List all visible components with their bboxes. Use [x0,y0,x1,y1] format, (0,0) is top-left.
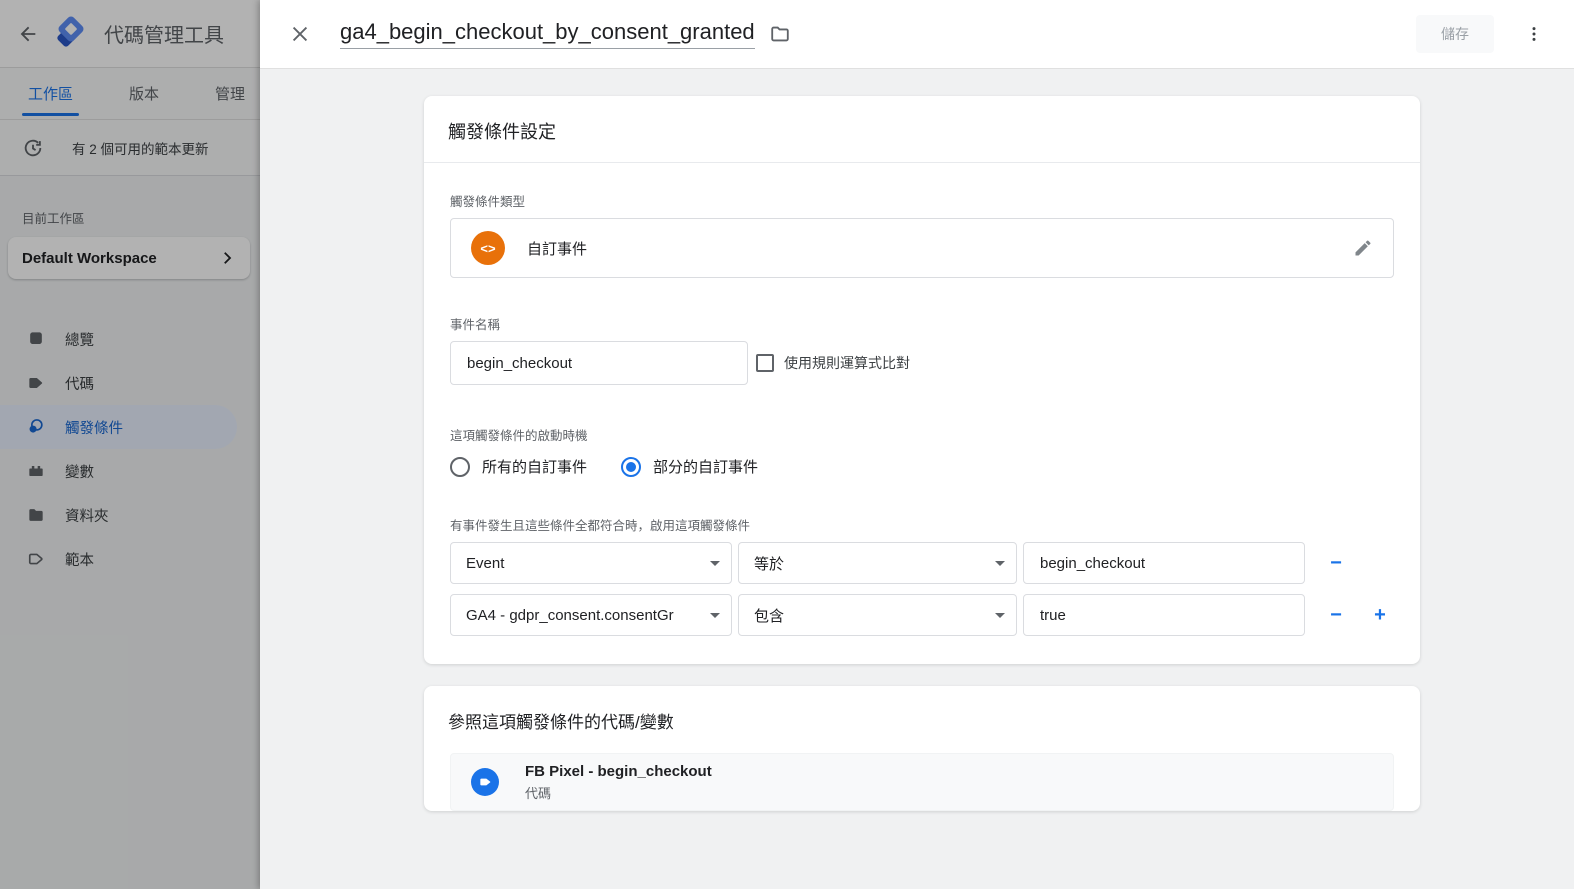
current-workspace-label: 目前工作區 [22,208,260,227]
sidebar-nav: 總覽 代碼 觸發條件 變數 資料夾 [0,317,260,581]
custom-event-icon: <> [471,231,505,265]
sidebar-item-variables[interactable]: 變數 [0,449,260,493]
gtm-app-header: 代碼管理工具 [0,0,260,68]
condition-row: GA4 - gdpr_consent.consentGr 包含 − + [450,594,1394,636]
sidebar-item-label: 代碼 [65,373,94,394]
sidebar-item-overview[interactable]: 總覽 [0,317,260,361]
chevron-down-icon [995,561,1005,566]
chevron-down-icon [710,561,720,566]
tab-versions[interactable]: 版本 [129,68,159,119]
workspace-tabs: 工作區 版本 管理 [0,68,260,120]
edit-pencil-icon[interactable] [1353,238,1373,258]
sidebar-item-folders[interactable]: 資料夾 [0,493,260,537]
condition-variable-select[interactable]: GA4 - gdpr_consent.consentGr [450,594,732,636]
chevron-right-icon [218,249,236,267]
gtm-logo-icon [50,14,90,54]
regex-match-label: 使用規則運算式比對 [784,353,910,373]
fires-on-label: 這項觸發條件的啟動時機 [450,425,1394,444]
chevron-down-icon [710,613,720,618]
reference-type: 代碼 [525,783,712,802]
radio-all-custom-events[interactable]: 所有的自訂事件 [450,456,587,477]
sidebar-item-label: 資料夾 [65,505,109,526]
trigger-type-value: 自訂事件 [527,238,587,259]
references-card: 參照這項觸發條件的代碼/變數 FB Pixel - begin_checkout… [424,686,1420,811]
save-button[interactable]: 儲存 [1416,15,1494,53]
workspace-selector[interactable]: Default Workspace [8,237,250,279]
trigger-icon [25,416,47,438]
reference-title: FB Pixel - begin_checkout [525,763,712,780]
condition-operator-select[interactable]: 等於 [738,542,1017,584]
sidebar-item-label: 變數 [65,461,94,482]
sidebar-item-triggers[interactable]: 觸發條件 [0,405,237,449]
gtm-left-panel: 代碼管理工具 工作區 版本 管理 有 2 個可用的範本更新 目前工作區 Defa… [0,0,260,889]
sidebar-item-label: 範本 [65,549,94,570]
template-icon [25,548,47,570]
trigger-type-label: 觸發條件類型 [450,191,1394,210]
remove-condition-button[interactable]: − [1323,553,1349,573]
template-update-banner[interactable]: 有 2 個可用的範本更新 [0,120,260,176]
sidebar-item-templates[interactable]: 範本 [0,537,260,581]
radio-selected-icon[interactable] [621,457,641,477]
condition-value-input[interactable] [1023,594,1305,636]
condition-variable-select[interactable]: Event [450,542,732,584]
sidebar-item-label: 總覽 [65,329,94,350]
folder-icon[interactable] [769,23,791,45]
trigger-settings-header: 觸發條件設定 [424,96,1420,163]
workspace-name: Default Workspace [22,250,218,267]
trigger-editor-panel: ga4_begin_checkout_by_consent_granted 儲存… [260,0,1574,889]
event-name-input[interactable] [450,341,748,385]
reference-item[interactable]: FB Pixel - begin_checkout 代碼 [450,753,1394,811]
template-update-text: 有 2 個可用的範本更新 [72,138,209,158]
tab-workspace[interactable]: 工作區 [28,68,73,119]
sidebar-item-tags[interactable]: 代碼 [0,361,260,405]
condition-value-input[interactable] [1023,542,1305,584]
variable-icon [25,460,47,482]
chevron-down-icon [995,613,1005,618]
back-arrow-icon[interactable] [10,16,46,52]
more-options-icon[interactable] [1520,20,1548,48]
trigger-type-selector[interactable]: <> 自訂事件 [450,218,1394,278]
update-icon [22,137,44,159]
condition-row: Event 等於 − [450,542,1394,584]
references-header: 參照這項觸發條件的代碼/變數 [424,686,1420,753]
close-icon[interactable] [286,20,314,48]
folder-icon [25,504,47,526]
overview-icon [25,328,47,350]
sidebar-item-label: 觸發條件 [65,417,123,438]
tag-icon [25,372,47,394]
remove-condition-button[interactable]: − [1323,605,1349,625]
add-condition-button[interactable]: + [1367,605,1393,625]
editor-header: ga4_begin_checkout_by_consent_granted 儲存 [260,0,1574,69]
event-name-label: 事件名稱 [450,314,1394,333]
trigger-settings-card: 觸發條件設定 觸發條件類型 <> 自訂事件 事件名稱 使用規則運 [424,96,1420,664]
condition-operator-select[interactable]: 包含 [738,594,1017,636]
app-title: 代碼管理工具 [104,19,224,48]
radio-unselected-icon[interactable] [450,457,470,477]
regex-match-checkbox[interactable] [756,354,774,372]
editor-body: 觸發條件設定 觸發條件類型 <> 自訂事件 事件名稱 使用規則運 [260,69,1574,889]
radio-some-custom-events[interactable]: 部分的自訂事件 [621,456,758,477]
conditions-label: 有事件發生且這些條件全都符合時，啟用這項觸發條件 [450,515,1394,534]
tab-admin[interactable]: 管理 [215,68,245,119]
tag-ref-icon [471,768,499,796]
trigger-name-field[interactable]: ga4_begin_checkout_by_consent_granted [340,19,755,49]
